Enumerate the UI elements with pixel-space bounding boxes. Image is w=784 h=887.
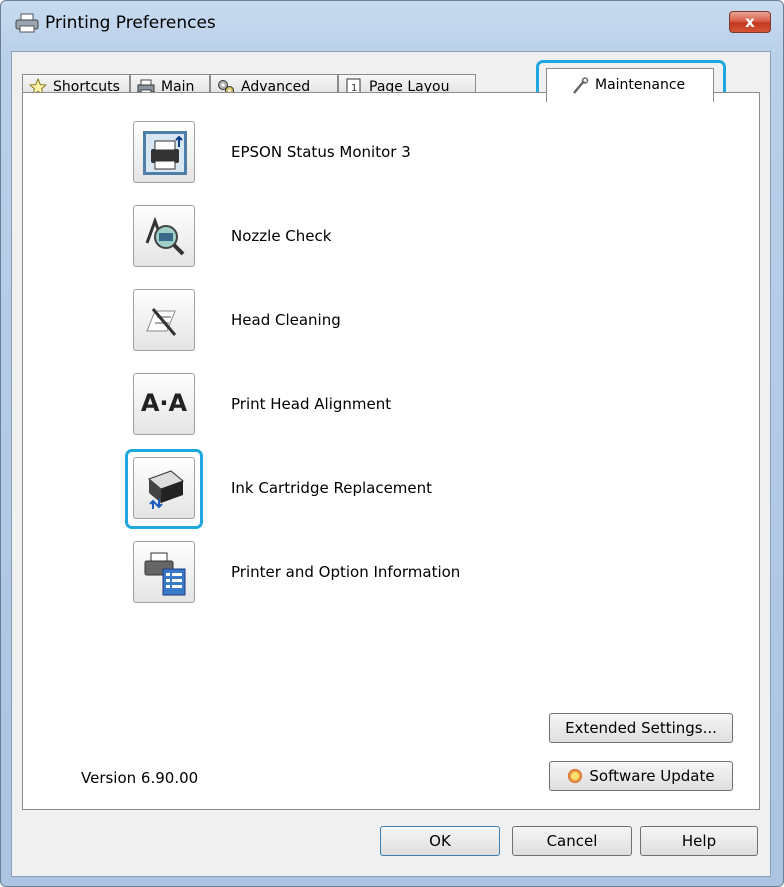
wrench-icon (573, 77, 589, 94)
nozzle-check-item[interactable]: Nozzle Check (133, 205, 693, 275)
tab-label: Maintenance (595, 77, 686, 93)
title-bar[interactable]: Printing Preferences x (1, 1, 783, 43)
printing-preferences-window: Printing Preferences x Shortcuts Main Ad… (0, 0, 784, 887)
printer-option-info-item[interactable]: Printer and Option Information (133, 541, 693, 611)
item-label: Head Cleaning (231, 311, 341, 329)
maintenance-panel: EPSON Status Monitor 3 Nozzle Check Head… (22, 92, 760, 810)
print-head-alignment-item[interactable]: A·A Print Head Alignment (133, 373, 693, 443)
item-label: Nozzle Check (231, 227, 332, 245)
version-text: Version 6.90.00 (81, 769, 199, 787)
status-monitor-icon (143, 131, 187, 175)
status-monitor-item[interactable]: EPSON Status Monitor 3 (133, 121, 693, 191)
status-monitor-button[interactable] (133, 121, 195, 183)
item-label: EPSON Status Monitor 3 (231, 143, 411, 161)
printer-info-icon (144, 552, 186, 596)
print-head-alignment-button[interactable]: A·A (133, 373, 195, 435)
head-cleaning-button[interactable] (133, 289, 195, 351)
nozzle-check-button[interactable] (133, 205, 195, 267)
shield-icon (568, 769, 582, 783)
printer-icon (15, 13, 39, 33)
nozzle-check-icon (145, 216, 185, 256)
tab-bar: Shortcuts Main Advanced 1 Page Layou Mai… (22, 60, 762, 106)
printer-option-info-button[interactable] (133, 541, 195, 603)
ink-cartridge-replacement-item[interactable]: Ink Cartridge Replacement (133, 457, 693, 527)
item-label: Printer and Option Information (231, 563, 461, 581)
close-button[interactable]: x (729, 11, 771, 33)
alignment-icon: A·A (140, 389, 188, 417)
ink-cartridge-icon (148, 470, 184, 509)
ok-button[interactable]: OK (380, 826, 500, 856)
head-cleaning-icon (146, 308, 177, 336)
software-update-label: Software Update (589, 767, 715, 785)
tab-maintenance[interactable]: Maintenance (546, 68, 714, 102)
window-title: Printing Preferences (45, 13, 216, 33)
help-button[interactable]: Help (640, 826, 758, 856)
close-icon: x (745, 13, 755, 31)
item-label: Ink Cartridge Replacement (231, 479, 433, 497)
dialog-client-area: Shortcuts Main Advanced 1 Page Layou Mai… (11, 51, 771, 877)
extended-settings-button[interactable]: Extended Settings... (549, 713, 733, 743)
item-label: Print Head Alignment (231, 395, 392, 413)
ink-cartridge-replacement-button[interactable] (133, 457, 195, 519)
cancel-button[interactable]: Cancel (512, 826, 632, 856)
software-update-button[interactable]: Software Update (549, 761, 733, 791)
head-cleaning-item[interactable]: Head Cleaning (133, 289, 693, 359)
